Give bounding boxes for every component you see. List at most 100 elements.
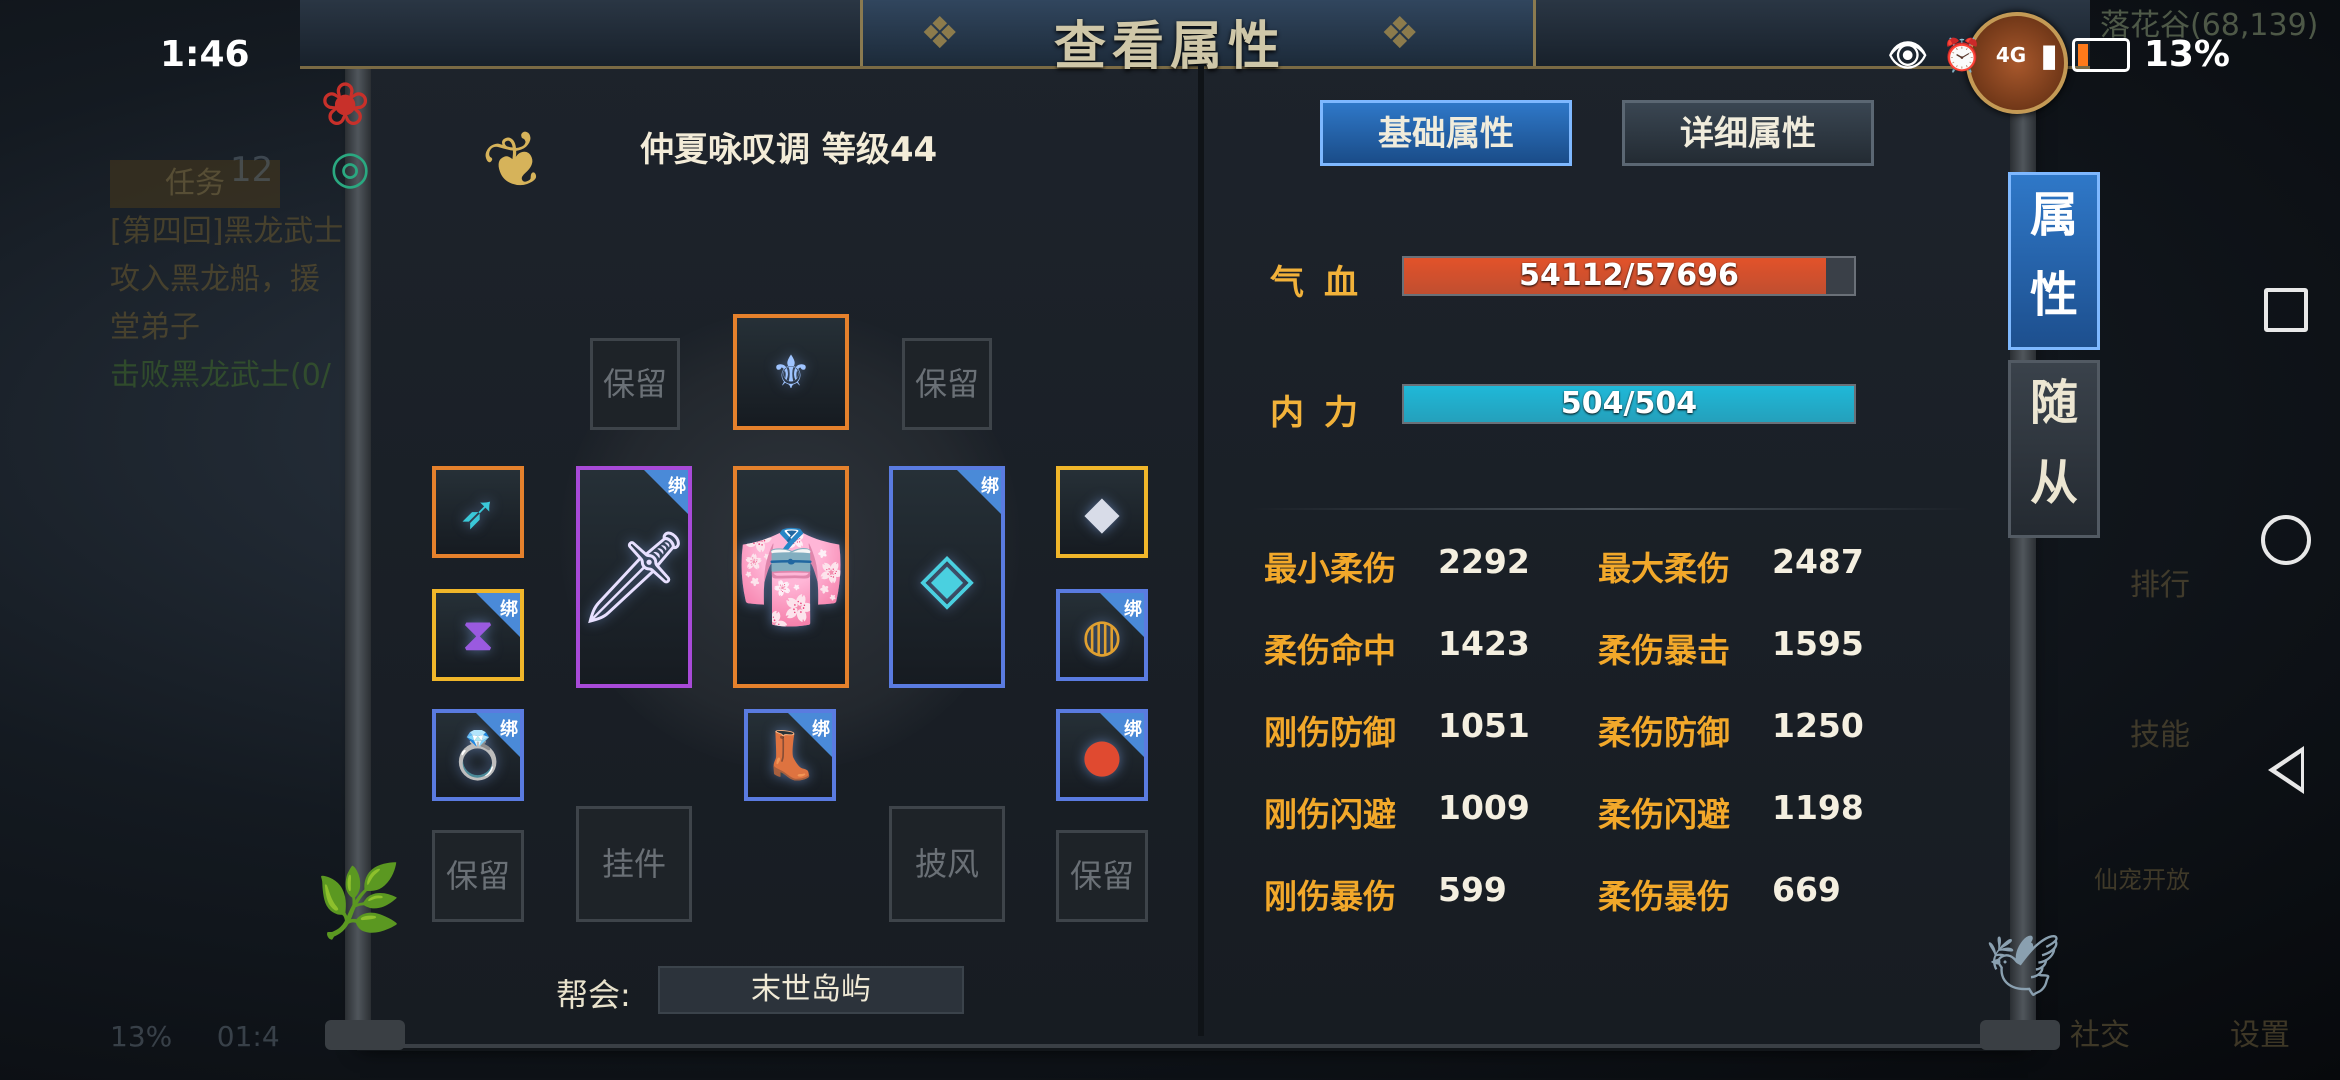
left-pillar-base (325, 1020, 405, 1050)
side-tab-follower[interactable]: 随 从 (2008, 360, 2100, 538)
stat-value: 599 (1438, 870, 1507, 909)
bind-badge: 绑 (476, 713, 520, 757)
background-bottom-status: 13% 01:4 (110, 1020, 280, 1053)
back-button[interactable] (2256, 740, 2316, 800)
weapon-slot[interactable]: 🗡 绑 (576, 466, 692, 688)
stats-separator (1250, 508, 1970, 510)
stat-value: 669 (1772, 870, 1841, 909)
necklace-item-icon: ➶ (458, 485, 498, 539)
home-button[interactable] (2256, 510, 2316, 570)
recent-apps-button[interactable] (2256, 280, 2316, 340)
stat-value: 2292 (1438, 542, 1530, 581)
cloak-slot[interactable]: 披风 (889, 806, 1005, 922)
background-quest-panel: 任务 [第四回]黑龙武士 攻入黑龙船，援 堂弟子 击败黑龙武士(0/ (110, 160, 370, 460)
shoulder-item-icon: ◆ (1084, 485, 1120, 539)
signal-icon: ▮ (2040, 35, 2058, 74)
shoulder-slot[interactable]: ◆ (1056, 466, 1148, 558)
quest-line: 堂弟子 (110, 310, 200, 345)
talisman-slot[interactable]: ● 绑 (1056, 709, 1148, 801)
alarm-icon: ⏰ (1942, 35, 1982, 74)
reserved-slot-top-right[interactable]: 保留 (902, 338, 992, 430)
battery-icon (2071, 37, 2130, 72)
tab-basic-attributes[interactable]: 基础属性 (1320, 100, 1572, 166)
panel-divider (1198, 66, 1204, 1036)
back-triangle-icon (2268, 746, 2304, 794)
jade-pendant-icon: ◎ (330, 140, 371, 194)
side-tab-char: 随 (2029, 375, 2078, 431)
bind-badge: 绑 (957, 470, 1001, 514)
necklace-slot[interactable]: ➶ (432, 466, 524, 558)
guild-label: 帮会: (556, 976, 631, 1014)
network-type: 4G (1995, 42, 2027, 67)
reserved-label: 保留 (445, 857, 510, 895)
stat-value: 1423 (1438, 624, 1530, 663)
background-bottom-battery: 13% (110, 1020, 173, 1053)
mp-label: 内力 (1270, 393, 1378, 433)
ring-slot[interactable]: 💍 绑 (432, 709, 524, 801)
bg-pet-label: 仙宠开放 (2094, 866, 2190, 894)
eye-icon: 👁 (1887, 35, 1929, 74)
stat-value: 1595 (1772, 624, 1864, 663)
stat-name: 柔伤命中 (1264, 631, 1396, 670)
stat-name: 刚伤防御 (1264, 713, 1396, 752)
side-tab-attributes[interactable]: 属 性 (2008, 172, 2100, 350)
bracer-slot[interactable]: ⧗ 绑 (432, 589, 524, 681)
side-tab-char: 从 (2029, 455, 2078, 511)
stat-name: 柔伤暴伤 (1598, 877, 1730, 916)
stat-value: 2487 (1772, 542, 1864, 581)
quest-line: 攻入黑龙船，援 (110, 262, 320, 297)
armor-slot[interactable]: 👘 (733, 466, 849, 688)
mp-bar: 504/504 (1402, 384, 1856, 424)
weapon-item-icon: 🗡 (576, 524, 692, 630)
bg-skill-label: 技能 (2130, 718, 2190, 753)
bg-settings-label: 设置 (2230, 1018, 2290, 1053)
side-tab-char: 性 (2029, 267, 2078, 323)
bg-social-label: 社交 (2070, 1018, 2130, 1053)
battery-percent: 13% (2143, 34, 2230, 75)
stat-value: 1250 (1772, 706, 1864, 745)
pendant-slot[interactable]: 挂件 (576, 806, 692, 922)
offhand-item-icon: ◈ (920, 536, 974, 618)
reserved-slot-top-left[interactable]: 保留 (590, 338, 680, 430)
boots-slot[interactable]: 👢 绑 (744, 709, 836, 801)
status-time: 1:46 (160, 34, 250, 75)
stat-name: 最小柔伤 (1264, 549, 1396, 588)
reserved-label: 保留 (602, 365, 667, 403)
hp-label: 气血 (1270, 263, 1378, 303)
stat-name: 柔伤闪避 (1598, 795, 1730, 834)
chinese-knot-icon: ❀ (320, 70, 371, 140)
square-icon (2264, 288, 2308, 332)
hp-bar: 54112/57696 (1402, 256, 1856, 296)
background-bottom-time: 01:4 (216, 1020, 280, 1053)
helmet-item-icon: ⚜ (770, 345, 812, 399)
quest-line: [第四回]黑龙武士 (110, 214, 344, 249)
reserved-slot-bottom-left[interactable]: 保留 (432, 830, 524, 922)
bind-badge: 绑 (788, 713, 832, 757)
bg-rank-label: 排行 (2130, 568, 2190, 603)
pendant-label: 挂件 (601, 845, 666, 883)
bamboo-leaf-icon: 🌿 (315, 860, 403, 942)
reserved-label: 保留 (914, 365, 979, 403)
stat-name: 柔伤防御 (1598, 713, 1730, 752)
stat-value: 1198 (1772, 788, 1864, 827)
stat-name: 最大柔伤 (1598, 549, 1730, 588)
stat-name: 刚伤暴伤 (1264, 877, 1396, 916)
stat-name: 刚伤闪避 (1264, 795, 1396, 834)
bind-badge: 绑 (1100, 713, 1144, 757)
cloak-label: 披风 (914, 845, 979, 883)
right-pillar-base (1980, 1020, 2060, 1050)
bind-badge: 绑 (644, 470, 688, 514)
reserved-slot-bottom-right[interactable]: 保留 (1056, 830, 1148, 922)
bird-icon: 🕊 (1985, 931, 2062, 1001)
background-level-badge: 12 (230, 150, 274, 190)
helmet-slot[interactable]: ⚜ (733, 314, 849, 430)
offhand-slot[interactable]: ◈ 绑 (889, 466, 1005, 688)
stat-value: 1051 (1438, 706, 1530, 745)
mp-value: 504/504 (1560, 386, 1698, 421)
tab-detailed-attributes[interactable]: 详细属性 (1622, 100, 1874, 166)
side-tab-char: 属 (2029, 187, 2078, 243)
belt-slot[interactable]: ◍ 绑 (1056, 589, 1148, 681)
bind-badge: 绑 (1100, 593, 1144, 637)
guild-name: 末世岛屿 (658, 966, 964, 1014)
quest-line: 击败黑龙武士(0/ (110, 358, 331, 393)
